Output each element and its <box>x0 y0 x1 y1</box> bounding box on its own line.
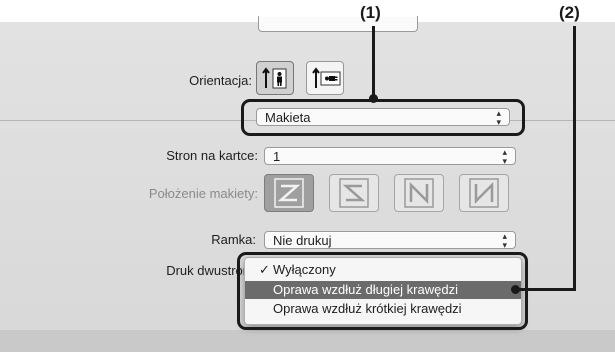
border-value: Nie drukuj <box>273 233 332 248</box>
landscape-orientation-button[interactable] <box>306 61 344 95</box>
two-sided-label: Druk dwustron <box>166 263 250 278</box>
layout-z-icon <box>274 178 304 208</box>
layout-direction-n-alt-button[interactable] <box>459 174 509 212</box>
callout-dot-2 <box>511 285 520 294</box>
layout-n-reverse-icon <box>404 178 434 208</box>
callout-dot-1 <box>369 94 378 103</box>
callout-frame-1 <box>241 99 525 136</box>
layout-direction-s-button[interactable] <box>329 174 379 212</box>
portrait-orientation-button[interactable] <box>256 61 294 95</box>
layout-direction-label: Położenie makiety: <box>148 186 258 201</box>
landscape-icon <box>312 67 341 88</box>
layout-direction-z-button[interactable] <box>264 174 314 212</box>
pages-per-sheet-value: 1 <box>273 149 281 164</box>
orientation-label: Orientacja: <box>189 73 252 88</box>
layout-n-icon <box>469 178 499 208</box>
callout-number-2: (2) <box>559 3 580 22</box>
border-select[interactable]: Nie drukuj ▴ ▾ <box>264 231 516 250</box>
pages-per-sheet-label: Stron na kartce: <box>166 148 258 163</box>
callout-number-1: (1) <box>360 3 381 22</box>
callout-frame-2 <box>237 252 528 330</box>
callout-leader-2-horizontal <box>516 288 576 291</box>
layout-s-icon <box>339 178 369 208</box>
portrait-icon <box>262 67 287 89</box>
panel-bottom-strip <box>0 330 615 352</box>
paper-size-select-partial[interactable] <box>258 16 418 32</box>
pages-per-sheet-select[interactable]: 1 ▴ ▾ <box>264 147 516 166</box>
callout-leader-1 <box>372 26 375 98</box>
border-label: Ramka: <box>211 232 256 247</box>
stepper-arrows-icon: ▴ ▾ <box>502 231 507 250</box>
stepper-arrows-icon: ▴ ▾ <box>502 147 507 166</box>
callout-leader-2-vertical <box>573 26 576 291</box>
layout-direction-n-button[interactable] <box>394 174 444 212</box>
